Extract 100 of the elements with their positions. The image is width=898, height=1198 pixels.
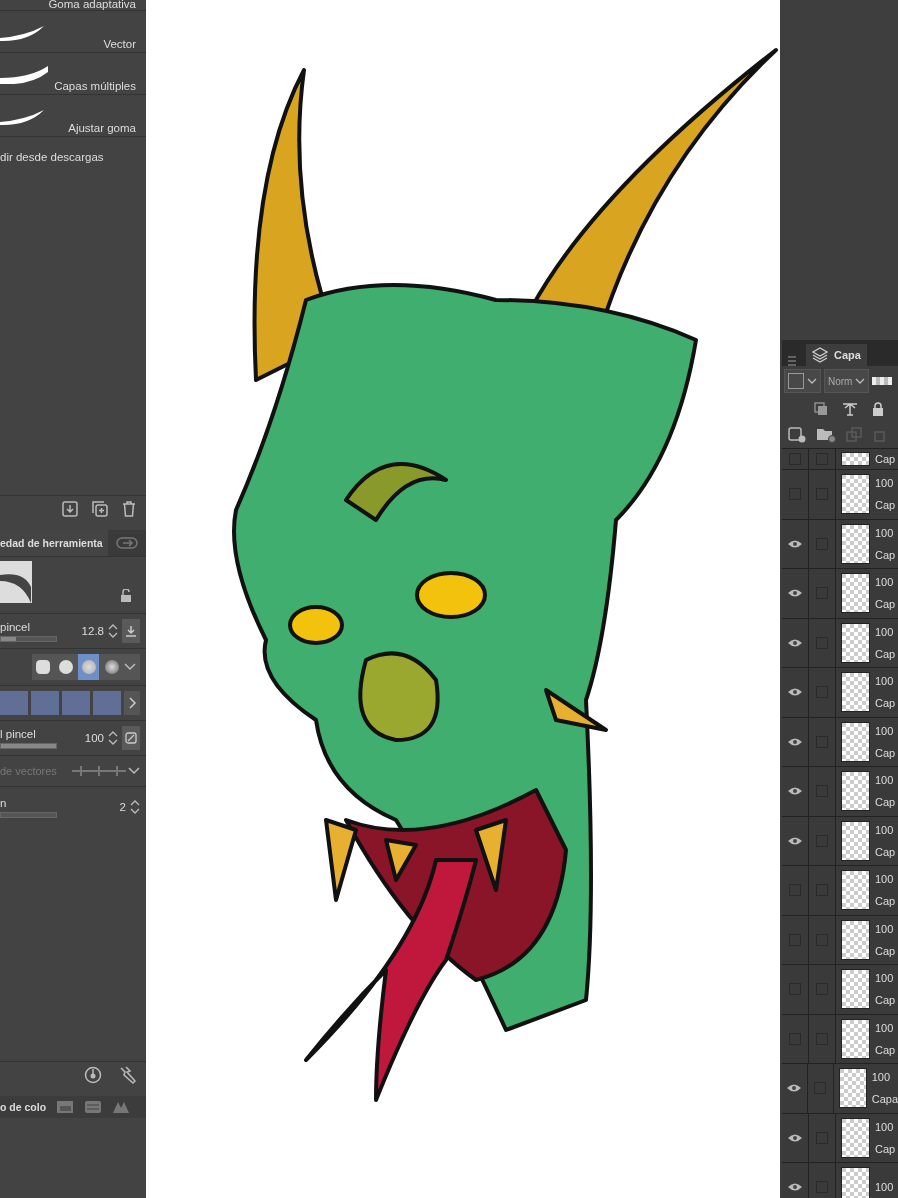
layer-opacity: 100 [875,526,895,539]
chevron-down-icon[interactable] [124,663,136,671]
layer-name[interactable]: Cap [875,1043,896,1056]
layer-opacity: 100 [875,625,895,638]
layer-opacity: 100 [875,1181,894,1194]
brush-size-slider[interactable] [0,635,57,642]
canvas[interactable] [146,0,780,1198]
layer-tab[interactable]: Capa [806,344,867,366]
eye-icon[interactable] [787,835,803,846]
brush-size-value[interactable]: 12.8 [81,625,104,637]
brush-name[interactable]: Ajustar goma [68,122,136,134]
lock-icon[interactable] [872,402,884,416]
layer-name[interactable]: Cap [875,944,896,957]
brush-name[interactable]: Vector [103,38,136,50]
layer-name[interactable]: Cap [875,499,896,512]
save-size-button[interactable] [122,619,140,643]
setting-value[interactable]: 2 [119,801,126,813]
layer-opacity: 100 [875,724,895,737]
layer-thumbnail [841,820,870,861]
download-icon[interactable] [62,501,78,517]
layer-opacity: 100 [875,922,895,935]
menu-icon[interactable] [788,356,796,366]
layer-opacity: 100 [875,1120,895,1133]
palette-tab-icon[interactable] [56,1100,75,1114]
eye-icon[interactable] [787,1182,803,1193]
color-tab[interactable]: o de colo [0,1101,47,1113]
layer-thumbnail [841,1117,870,1158]
texture-swatch[interactable] [0,691,28,715]
layer-thumbnail [841,919,870,960]
eye-icon[interactable] [787,736,803,747]
layer-opacity: 100 [875,477,895,490]
layer-opacity: 100 [875,1021,895,1034]
duplicate-icon[interactable] [92,501,108,517]
brush-opacity-value[interactable]: 100 [84,732,104,744]
spinner-icon[interactable] [108,624,118,638]
new-layer-icon[interactable] [788,427,806,443]
layer-opacity: 100 [875,972,895,985]
brush-name[interactable]: Capas múltiples [54,80,136,92]
layer-name[interactable]: Cap [875,746,896,759]
eye-icon[interactable] [787,786,803,797]
layer-thumbnail [841,672,870,713]
layer-name[interactable]: Cap [875,845,896,858]
add-from-downloads-link[interactable]: dir desde descargas [0,151,104,163]
layer-thumbnail [841,474,870,515]
layer-opacity: 100 [875,873,895,886]
no-entry-button[interactable] [122,726,140,750]
chevron-right-icon [128,697,136,709]
texture-swatch[interactable] [31,691,59,715]
layer-name[interactable]: Cap [875,598,896,611]
layer-thumbnail [841,622,870,663]
eye-icon[interactable] [787,588,803,599]
chevron-down-icon [807,378,817,384]
eye-icon[interactable] [787,1132,803,1143]
trash-icon[interactable] [122,501,136,517]
layer-name[interactable]: Cap [875,1142,896,1155]
layer-thumbnail [841,721,870,762]
spinner-icon[interactable] [130,800,140,814]
color-dropdown[interactable] [784,369,821,393]
brush-opacity-label: l pincel [0,727,37,740]
layer-opacity: 100 [875,576,895,589]
next-button[interactable] [124,691,140,715]
layer-name[interactable]: Capa [871,1093,898,1106]
layer-name[interactable]: Cap [875,895,896,908]
link-icon[interactable] [116,536,138,550]
layer-thumbnail [841,573,870,614]
eye-icon[interactable] [787,637,803,648]
layer-thumbnail [841,771,870,812]
setting-slider[interactable] [0,811,57,818]
eye-icon[interactable] [786,1083,803,1094]
spinner-icon[interactable] [108,731,118,745]
layer-opacity: 100 [871,1071,892,1084]
eye-icon[interactable] [787,687,803,698]
layer-opacity: 100 [875,675,895,688]
brush-name[interactable]: Goma adaptativa [48,0,136,10]
sliders-tab-icon[interactable] [84,1100,103,1114]
tool-property-tab[interactable]: edad de herramienta [0,530,108,556]
texture-swatch[interactable] [62,691,90,715]
mountains-tab-icon[interactable] [112,1100,131,1114]
unlock-icon[interactable] [120,589,132,603]
layer-name[interactable]: Cap [875,697,896,710]
clock-icon[interactable] [84,1066,102,1084]
layer-name[interactable]: Cap [875,647,896,660]
opacity-preview[interactable] [872,377,893,385]
new-folder-icon[interactable] [816,427,836,443]
layer-thumbnail [841,1018,870,1059]
texture-swatch[interactable] [93,691,121,715]
layer-name[interactable]: Cap [875,548,896,561]
chevron-down-icon [855,378,866,384]
blend-mode-dropdown[interactable]: Norm [824,369,870,393]
layer-name[interactable]: Cap [875,453,896,465]
slashed-square-icon [125,732,137,744]
layer-thumbnail [841,969,870,1010]
layer-name[interactable]: Cap [875,796,896,809]
brush-opacity-slider[interactable] [0,742,57,749]
layers-icon [812,347,828,363]
eye-icon[interactable] [787,538,803,549]
layer-name[interactable]: Cap [875,994,896,1007]
wrench-icon[interactable] [118,1066,136,1084]
layer-thumbnail [838,1068,867,1109]
copy-layer-icon[interactable] [846,427,864,443]
